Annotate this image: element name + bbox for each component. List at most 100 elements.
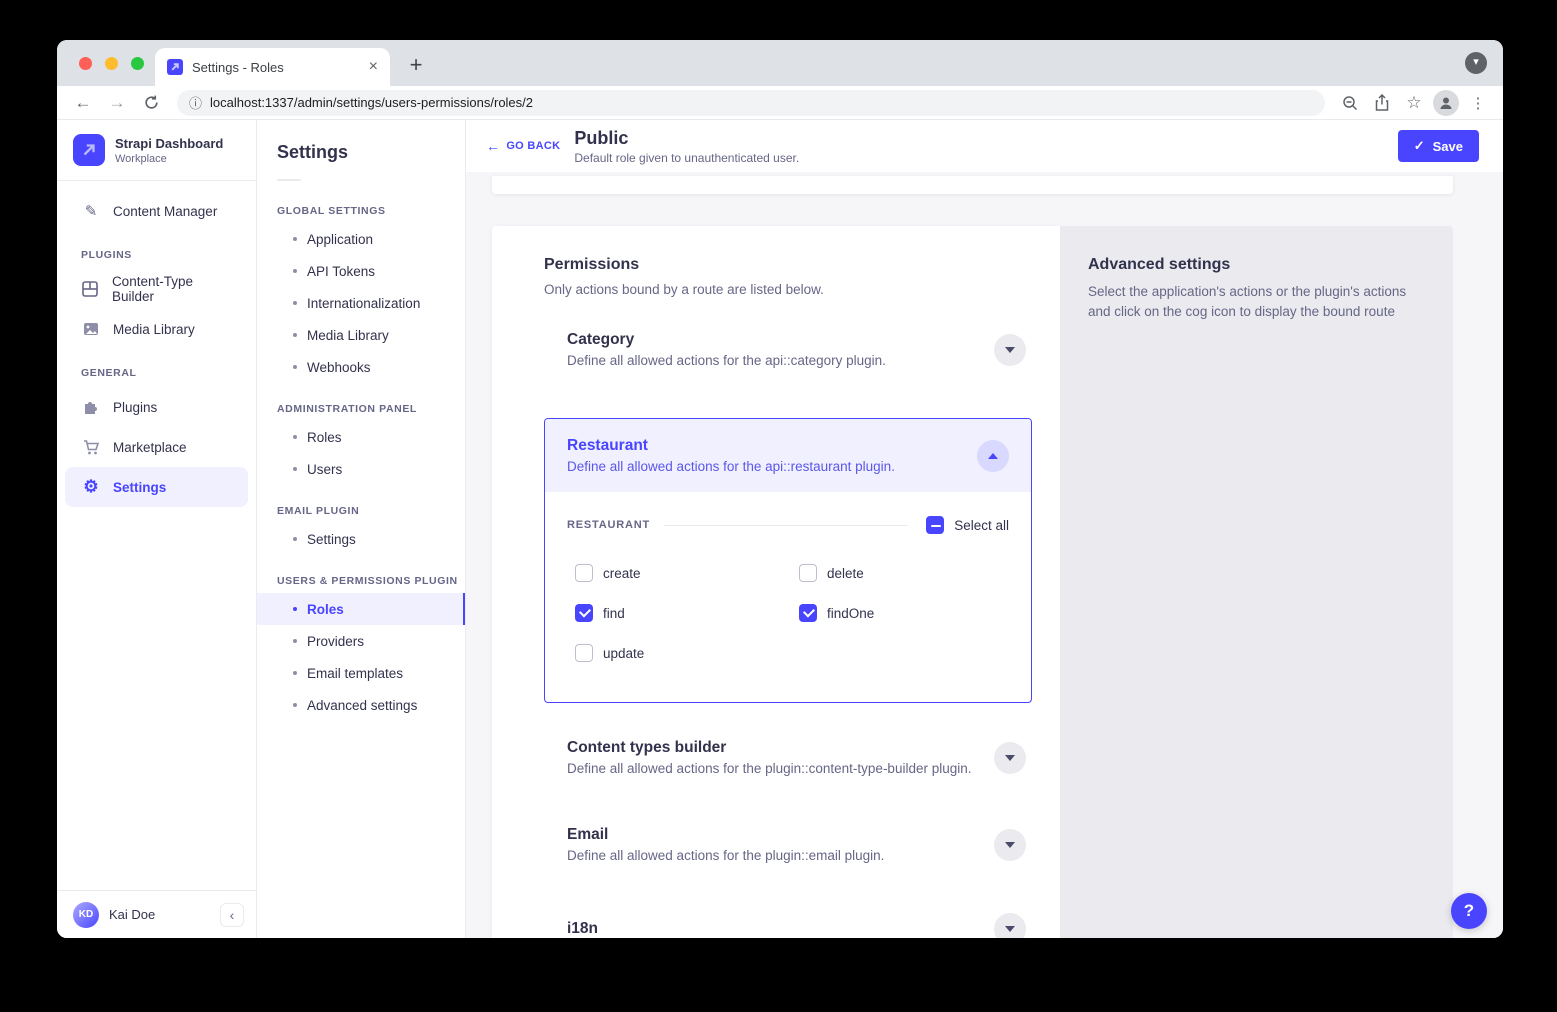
expand-button[interactable] <box>994 913 1026 938</box>
collapse-sidebar-icon[interactable]: ‹ <box>220 903 244 927</box>
user-avatar[interactable]: KD <box>73 902 99 928</box>
subnav-title: Settings <box>257 142 465 163</box>
main-content: ← GO BACK Public Default role given to u… <box>466 120 1503 938</box>
expand-button[interactable] <box>994 334 1026 366</box>
subnav-item-providers[interactable]: Providers <box>257 625 465 657</box>
permission-update[interactable]: update <box>575 644 799 662</box>
sidebar-item-label: Media Library <box>113 322 195 337</box>
subnav-item-label: Media Library <box>307 328 389 343</box>
strapi-favicon-icon <box>167 59 183 75</box>
subnav-item-admin-users[interactable]: Users <box>257 453 465 485</box>
sidebar-item-label: Content-Type Builder <box>112 274 232 304</box>
subnav-item-internationalization[interactable]: Internationalization <box>257 287 465 319</box>
window-controls <box>79 57 144 70</box>
select-all-control[interactable]: Select all <box>926 516 1009 534</box>
expand-button[interactable] <box>994 742 1026 774</box>
bullet-icon <box>293 703 297 707</box>
save-label: Save <box>1433 139 1463 154</box>
tab-search-chevron-icon[interactable]: ▾ <box>1465 52 1487 74</box>
subnav-item-api-tokens[interactable]: API Tokens <box>257 255 465 287</box>
accordion-restaurant-header[interactable]: Restaurant Define all allowed actions fo… <box>545 419 1031 492</box>
sidebar-item-content-manager[interactable]: ✎ Content Manager <box>65 191 248 231</box>
sidebar-section-general: GENERAL <box>57 349 256 387</box>
accordion-description: Define all allowed actions for the api::… <box>567 459 977 474</box>
minimize-window-button[interactable] <box>105 57 118 70</box>
checkbox[interactable] <box>575 644 593 662</box>
url-bar[interactable]: ⓘ localhost:1337/admin/settings/users-pe… <box>177 90 1325 116</box>
accordion-restaurant-expanded: Restaurant Define all allowed actions fo… <box>544 418 1032 703</box>
accordion-title: Email <box>567 826 994 844</box>
chevron-down-icon <box>1005 347 1015 353</box>
checkbox-label: create <box>603 566 641 581</box>
image-icon <box>81 321 101 337</box>
select-all-checkbox[interactable] <box>926 516 944 534</box>
back-arrow-icon: ← <box>486 138 500 154</box>
subnav-item-admin-roles[interactable]: Roles <box>257 421 465 453</box>
sidebar-item-plugins[interactable]: Plugins <box>65 387 248 427</box>
close-window-button[interactable] <box>79 57 92 70</box>
browser-profile-icon[interactable] <box>1433 90 1459 116</box>
permission-find[interactable]: find <box>575 604 799 622</box>
accordion-title: Restaurant <box>567 437 977 455</box>
bullet-icon <box>293 537 297 541</box>
chevron-down-icon <box>1005 842 1015 848</box>
subnav-item-email-templates[interactable]: Email templates <box>257 657 465 689</box>
checkbox-label: findOne <box>827 606 874 621</box>
go-back-link[interactable]: ← GO BACK <box>486 138 560 154</box>
checkbox[interactable] <box>799 564 817 582</box>
permission-delete[interactable]: delete <box>799 564 1009 582</box>
sidebar-item-settings[interactable]: ⚙ Settings <box>65 467 248 507</box>
sidebar-item-content-type-builder[interactable]: Content-Type Builder <box>65 269 248 309</box>
sidebar-item-media-library[interactable]: Media Library <box>65 309 248 349</box>
share-icon[interactable] <box>1369 90 1395 116</box>
subnav-item-webhooks[interactable]: Webhooks <box>257 351 465 383</box>
subnav-item-advanced-settings[interactable]: Advanced settings <box>257 689 465 721</box>
site-info-icon[interactable]: ⓘ <box>189 93 202 112</box>
tab-close-icon[interactable]: × <box>369 58 378 76</box>
zoom-out-icon[interactable] <box>1337 90 1363 116</box>
fullscreen-window-button[interactable] <box>131 57 144 70</box>
browser-tab[interactable]: Settings - Roles × <box>155 48 390 86</box>
new-tab-button[interactable]: + <box>402 52 430 80</box>
bookmark-star-icon[interactable]: ☆ <box>1401 90 1427 116</box>
forward-icon[interactable]: → <box>103 89 131 117</box>
subnav-item-up-roles[interactable]: Roles <box>257 593 465 625</box>
sidebar-item-marketplace[interactable]: Marketplace <box>65 427 248 467</box>
divider <box>664 525 908 526</box>
subnav-item-label: API Tokens <box>307 264 375 279</box>
permissions-title: Permissions <box>544 256 1032 274</box>
accordion-content-types-builder[interactable]: Content types builder Define all allowed… <box>544 739 1032 776</box>
permission-create[interactable]: create <box>575 564 799 582</box>
reload-icon[interactable] <box>137 89 165 117</box>
subnav-item-media-library[interactable]: Media Library <box>257 319 465 351</box>
subnav-item-label: Email templates <box>307 666 403 681</box>
checkbox-label: update <box>603 646 644 661</box>
save-button[interactable]: ✓ Save <box>1398 130 1479 162</box>
subnav-item-email-settings[interactable]: Settings <box>257 523 465 555</box>
collapse-button[interactable] <box>977 440 1009 472</box>
checkbox[interactable] <box>575 564 593 582</box>
browser-menu-icon[interactable]: ⋮ <box>1465 90 1491 116</box>
subnav-item-application[interactable]: Application <box>257 223 465 255</box>
workspace-brand[interactable]: Strapi Dashboard Workplace <box>57 120 256 181</box>
subnav-item-label: Application <box>307 232 373 247</box>
accordion-category[interactable]: Category Define all allowed actions for … <box>544 331 1032 368</box>
subnav-item-label: Users <box>307 462 342 477</box>
accordion-i18n[interactable]: i18n <box>544 913 1032 938</box>
accordion-email[interactable]: Email Define all allowed actions for the… <box>544 826 1032 863</box>
bullet-icon <box>293 639 297 643</box>
permissions-layout: Permissions Only actions bound by a rout… <box>492 226 1453 938</box>
layout-grid-icon <box>81 281 100 297</box>
sidebar-item-label: Settings <box>113 480 166 495</box>
checkbox[interactable] <box>575 604 593 622</box>
subnav-group-administration-panel: ADMINISTRATION PANEL <box>257 383 465 421</box>
accordion-list: Category Define all allowed actions for … <box>544 331 1032 938</box>
page-title: Public <box>574 128 799 149</box>
back-icon[interactable]: ← <box>69 89 97 117</box>
expand-button[interactable] <box>994 829 1026 861</box>
help-button[interactable]: ? <box>1451 893 1487 929</box>
subnav-item-label: Webhooks <box>307 360 371 375</box>
permission-findone[interactable]: findOne <box>799 604 1009 622</box>
subnav-item-label: Settings <box>307 532 356 547</box>
checkbox[interactable] <box>799 604 817 622</box>
